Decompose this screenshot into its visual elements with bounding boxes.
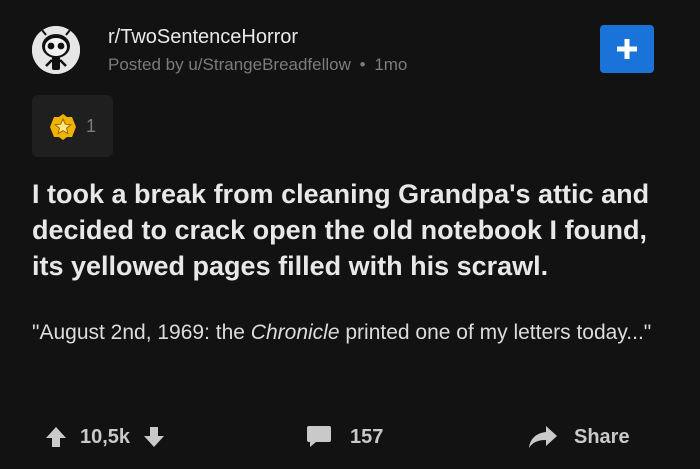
- post-title: I took a break from cleaning Grandpa's a…: [32, 179, 650, 281]
- vote-score: 10,5k: [80, 425, 131, 448]
- posted-by-prefix: Posted by: [108, 55, 184, 74]
- post-meta: Posted by u/StrangeBreadfellow • 1mo: [108, 55, 407, 75]
- post-body-start: "August 2nd, 1969: the: [32, 321, 251, 344]
- subreddit-avatar[interactable]: [32, 26, 80, 74]
- post-body: "August 2nd, 1969: the Chronicle printed…: [32, 319, 672, 347]
- comment-count: 157: [350, 425, 384, 448]
- subreddit-name[interactable]: r/TwoSentenceHorror: [108, 26, 298, 49]
- upvote-arrow-icon[interactable]: [44, 425, 68, 449]
- share-button[interactable]: Share: [528, 421, 630, 453]
- comments-button[interactable]: 157: [306, 421, 383, 453]
- award-badge[interactable]: 1: [32, 95, 113, 157]
- comment-bubble-icon: [307, 426, 331, 447]
- join-button[interactable]: [600, 25, 654, 73]
- post-body-italic: Chronicle: [250, 321, 340, 344]
- plus-icon: [617, 39, 637, 59]
- post-age: 1mo: [374, 55, 408, 74]
- vote-controls: 10,5k: [44, 421, 166, 453]
- share-arrow-icon: [529, 426, 557, 448]
- post-actions-bar: 10,5k 157 Share: [0, 415, 700, 459]
- post-body-end: printed one of my letters today...": [339, 321, 652, 344]
- downvote-arrow-icon[interactable]: [142, 425, 166, 449]
- post-header: r/TwoSentenceHorror Posted by u/StrangeB…: [32, 22, 668, 78]
- username-link[interactable]: u/StrangeBreadfellow: [188, 55, 351, 74]
- meta-separator: •: [359, 55, 366, 74]
- star-award-icon: [50, 114, 76, 140]
- share-label: Share: [574, 425, 630, 448]
- skull-icon: [32, 26, 80, 74]
- award-count: 1: [86, 116, 97, 136]
